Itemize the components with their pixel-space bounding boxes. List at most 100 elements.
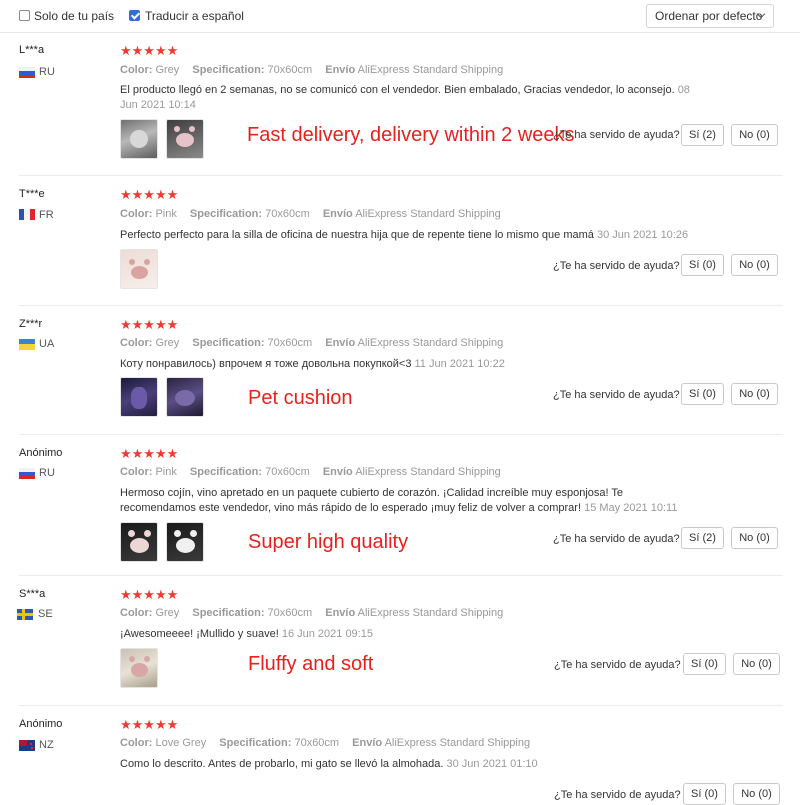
ship-label: Envío xyxy=(325,337,356,349)
review-photo[interactable] xyxy=(166,119,204,159)
vote-no-button[interactable]: No (0) xyxy=(733,653,780,675)
overlay-caption: Fast delivery, delivery within 2 weeks xyxy=(247,124,575,146)
review-body: Perfecto perfecto para la silla de ofici… xyxy=(120,229,594,241)
review-body: El producto llegó en 2 semanas, no se co… xyxy=(120,84,675,96)
color-label: Color: xyxy=(120,466,153,478)
color-value: Grey xyxy=(155,337,180,349)
review-date: 15 May 2021 10:11 xyxy=(584,502,678,514)
spec-value: 70x60cm xyxy=(265,208,310,220)
divider xyxy=(19,175,783,176)
color-value: Grey xyxy=(155,607,180,619)
review-text: El producto llegó en 2 semanas, no se co… xyxy=(120,83,700,113)
review-photo[interactable] xyxy=(120,648,158,688)
vote-no-button[interactable]: No (0) xyxy=(733,783,780,805)
divider xyxy=(19,705,783,706)
spec-value: 70x60cm xyxy=(294,737,340,749)
vote-no-button[interactable]: No (0) xyxy=(731,527,778,549)
star-rating: ★★★★★ xyxy=(120,43,179,58)
color-value: Pink xyxy=(155,208,177,220)
review-text: ¡Awesomeeee! ¡Mullido y suave! 16 Jun 20… xyxy=(120,627,700,642)
reviewer-country: SE xyxy=(38,608,53,620)
ship-value: AliExpress Standard Shipping xyxy=(357,607,504,619)
ship-label: Envío xyxy=(325,64,356,76)
flag-ua-icon xyxy=(19,339,35,350)
review-body: ¡Awesomeeee! ¡Mullido y suave! xyxy=(120,628,279,640)
sort-dropdown[interactable]: Ordenar por defecto xyxy=(646,4,774,28)
review-meta: Color: Grey Specification: 70x60cm Envío… xyxy=(120,64,503,76)
overlay-caption: Fluffy and soft xyxy=(248,653,374,675)
spec-label: Specification: xyxy=(189,208,263,220)
ship-label: Envío xyxy=(322,466,353,478)
review-meta: Color: Grey Specification: 70x60cm Envío… xyxy=(120,607,503,619)
review-photo[interactable] xyxy=(120,119,158,159)
color-label: Color: xyxy=(120,607,153,619)
color-label: Color: xyxy=(120,737,153,749)
translate-checkbox[interactable] xyxy=(129,10,140,21)
flag-nz-icon xyxy=(19,740,35,751)
reviewer-name: Anónimo xyxy=(19,447,63,459)
spec-value: 70x60cm xyxy=(267,337,313,349)
spec-label: Specification: xyxy=(189,466,263,478)
spec-label: Specification: xyxy=(219,737,292,749)
review-body: Коту понравилось) впрочем я тоже довольн… xyxy=(120,358,412,370)
helpful-label: ¿Te ha servido de ayuda? xyxy=(553,129,680,141)
vote-yes-button[interactable]: Sí (0) xyxy=(683,783,726,805)
spec-label: Specification: xyxy=(192,607,265,619)
review-photo[interactable] xyxy=(166,377,204,417)
overlay-caption: Super high quality xyxy=(248,531,409,553)
review-date: 30 Jun 2021 10:26 xyxy=(596,229,689,241)
spec-label: Specification: xyxy=(192,64,265,76)
translate-label[interactable]: Traducir a español xyxy=(145,9,244,23)
star-rating: ★★★★★ xyxy=(120,587,179,602)
reviewer-name: Z***r xyxy=(19,318,43,330)
review-photo[interactable] xyxy=(120,522,158,562)
reviewer-country: UA xyxy=(39,338,55,350)
review-meta: Color: Love Grey Specification: 70x60cm … xyxy=(120,737,530,749)
reviewer-name: S***a xyxy=(19,588,46,600)
only-country-checkbox[interactable] xyxy=(19,10,30,21)
reviewer-country: FR xyxy=(39,209,54,221)
review-meta: Color: Grey Specification: 70x60cm Envío… xyxy=(120,337,503,349)
vote-yes-button[interactable]: Sí (2) xyxy=(681,124,724,146)
review-text: Hermoso cojín, vino apretado en un paque… xyxy=(120,486,695,516)
ship-value: AliExpress Standard Shipping xyxy=(357,337,504,349)
spec-label: Specification: xyxy=(192,337,265,349)
spec-value: 70x60cm xyxy=(267,64,313,76)
divider xyxy=(19,434,783,435)
ship-value: AliExpress Standard Shipping xyxy=(357,64,504,76)
only-country-label[interactable]: Solo de tu país xyxy=(34,9,114,23)
reviewer-country: RU xyxy=(39,66,55,78)
vote-yes-button[interactable]: Sí (0) xyxy=(683,653,726,675)
vote-yes-button[interactable]: Sí (0) xyxy=(681,254,724,276)
helpful-label: ¿Te ha servido de ayuda? xyxy=(554,789,681,801)
vote-no-button[interactable]: No (0) xyxy=(731,124,778,146)
review-photo[interactable] xyxy=(166,522,204,562)
helpful-label: ¿Te ha servido de ayuda? xyxy=(553,533,680,545)
filter-bar: Solo de tu país Traducir a español Orden… xyxy=(0,0,800,33)
overlay-caption: Pet cushion xyxy=(248,387,353,409)
vote-no-button[interactable]: No (0) xyxy=(731,254,778,276)
reviewer-name: Anónimo xyxy=(19,718,63,730)
review-photo[interactable] xyxy=(120,377,158,417)
color-label: Color: xyxy=(120,337,153,349)
review-meta: Color: Pink Specification: 70x60cm Envío… xyxy=(120,208,501,220)
spec-value: 70x60cm xyxy=(267,607,313,619)
review-meta: Color: Pink Specification: 70x60cm Envío… xyxy=(120,466,501,478)
color-value: Love Grey xyxy=(155,737,207,749)
reviewer-name: L***a xyxy=(19,44,45,56)
flag-se-icon xyxy=(17,609,33,620)
vote-yes-button[interactable]: Sí (0) xyxy=(681,383,724,405)
star-rating: ★★★★★ xyxy=(120,187,179,202)
ship-label: Envío xyxy=(322,208,353,220)
reviewer-country: RU xyxy=(39,467,55,479)
star-rating: ★★★★★ xyxy=(120,446,179,461)
helpful-label: ¿Te ha servido de ayuda? xyxy=(553,260,680,272)
review-text: Perfecto perfecto para la silla de ofici… xyxy=(120,228,780,243)
flag-ru-icon xyxy=(19,67,35,78)
flag-ru-icon xyxy=(19,468,35,479)
ship-value: AliExpress Standard Shipping xyxy=(355,466,501,478)
vote-no-button[interactable]: No (0) xyxy=(731,383,778,405)
review-photo[interactable] xyxy=(120,249,158,289)
vote-yes-button[interactable]: Sí (2) xyxy=(681,527,724,549)
reviewer-country: NZ xyxy=(39,739,54,751)
